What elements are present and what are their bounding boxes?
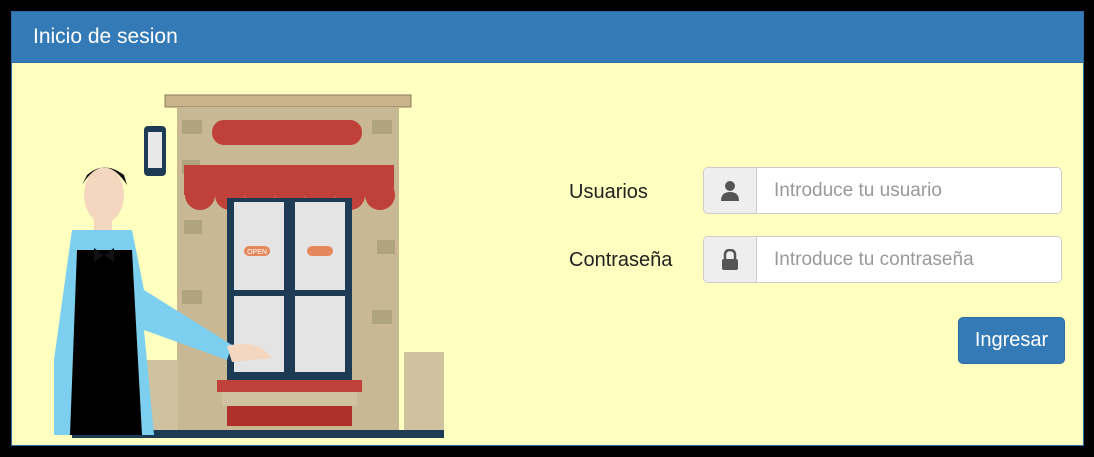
restaurant-illustration: OPEN bbox=[54, 94, 444, 438]
username-label: Usuarios bbox=[569, 181, 648, 203]
password-input[interactable] bbox=[757, 237, 1061, 282]
login-button[interactable]: Ingresar bbox=[958, 317, 1065, 364]
lantern-icon bbox=[144, 126, 166, 176]
password-group bbox=[703, 236, 1062, 283]
username-input[interactable] bbox=[757, 168, 1061, 213]
open-sign: OPEN bbox=[247, 249, 267, 256]
password-label: Contraseña bbox=[569, 249, 673, 271]
lock-icon bbox=[704, 237, 757, 282]
login-panel: Inicio de sesion OPEN Usuarios Introduce… bbox=[11, 11, 1084, 446]
username-group bbox=[703, 167, 1062, 214]
panel-header: Inicio de sesion bbox=[12, 12, 1083, 63]
user-icon bbox=[704, 168, 757, 213]
panel-title: Inicio de sesion bbox=[33, 25, 178, 48]
